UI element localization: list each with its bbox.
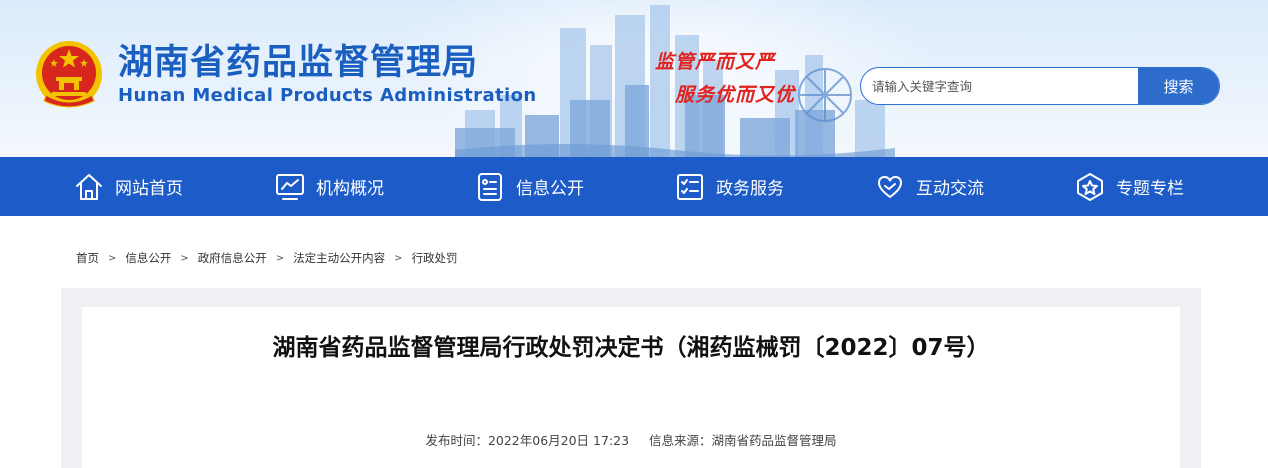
monitor-chart-icon: [276, 173, 304, 200]
nav-item-about[interactable]: 机构概况: [274, 157, 384, 216]
main-nav: 网站首页 机构概况 信息公开 政务服务 互动交流 专题专栏: [0, 157, 1268, 216]
article-title: 湖南省药品监督管理局行政处罚决定书（湘药监械罚〔2022〕07号）: [272, 335, 990, 361]
breadcrumb-separator-icon: >: [180, 252, 189, 264]
nav-item-label: 互动交流: [916, 179, 984, 199]
article-meta: 发布时间：2022年06月20日 17:23 信息来源：湖南省药品监督管理局: [82, 430, 1180, 449]
slogan-line-2: 服务优而又优: [675, 84, 796, 106]
publish-time: 发布时间：2022年06月20日 17:23: [425, 433, 630, 448]
document-list-icon: [478, 172, 502, 201]
home-icon: [76, 173, 102, 200]
search-box: 搜索: [860, 67, 1220, 105]
nav-item-label: 专题专栏: [1116, 179, 1184, 199]
breadcrumb-admin-penalty[interactable]: 行政处罚: [412, 250, 458, 266]
nav-item-info[interactable]: 信息公开: [474, 157, 584, 216]
breadcrumb-home[interactable]: 首页: [76, 250, 99, 266]
nav-item-interaction[interactable]: 互动交流: [874, 157, 984, 216]
nav-item-topics[interactable]: 专题专栏: [1074, 157, 1184, 216]
breadcrumb-separator-icon: >: [394, 252, 403, 264]
breadcrumb-info-disclosure[interactable]: 信息公开: [125, 250, 171, 266]
breadcrumb-separator-icon: >: [275, 252, 285, 264]
nav-item-label: 政务服务: [716, 179, 784, 199]
nav-item-label: 信息公开: [516, 179, 584, 199]
breadcrumb-gov-info[interactable]: 政府信息公开: [198, 250, 267, 266]
checklist-icon: [677, 173, 703, 200]
city-skyline-illustration: [455, 5, 895, 157]
site-header: 湖南省药品监督管理局 Hunan Medical Products Admini…: [0, 0, 1268, 157]
search-button[interactable]: 搜索: [1138, 68, 1219, 104]
breadcrumb-separator-icon: >: [108, 252, 117, 264]
heart-hands-icon: [878, 175, 902, 198]
breadcrumb: 首页 > 信息公开 > 政府信息公开 > 法定主动公开内容 > 行政处罚: [76, 250, 458, 266]
site-title: 湖南省药品监督管理局: [118, 43, 479, 83]
nav-item-label: 网站首页: [115, 179, 183, 199]
breadcrumb-statutory-content[interactable]: 法定主动公开内容: [293, 250, 385, 266]
nav-item-label: 机构概况: [316, 179, 384, 199]
national-emblem-icon: [36, 41, 102, 108]
search-input[interactable]: [861, 68, 1139, 104]
nav-item-home[interactable]: 网站首页: [73, 157, 183, 216]
info-source: 信息来源：湖南省药品监督管理局: [649, 433, 837, 448]
nav-item-services[interactable]: 政务服务: [674, 157, 784, 216]
slogan-line-1: 监管严而又严: [655, 51, 776, 73]
star-badge-icon: [1077, 172, 1103, 201]
site-subtitle: Hunan Medical Products Administration: [118, 85, 537, 106]
